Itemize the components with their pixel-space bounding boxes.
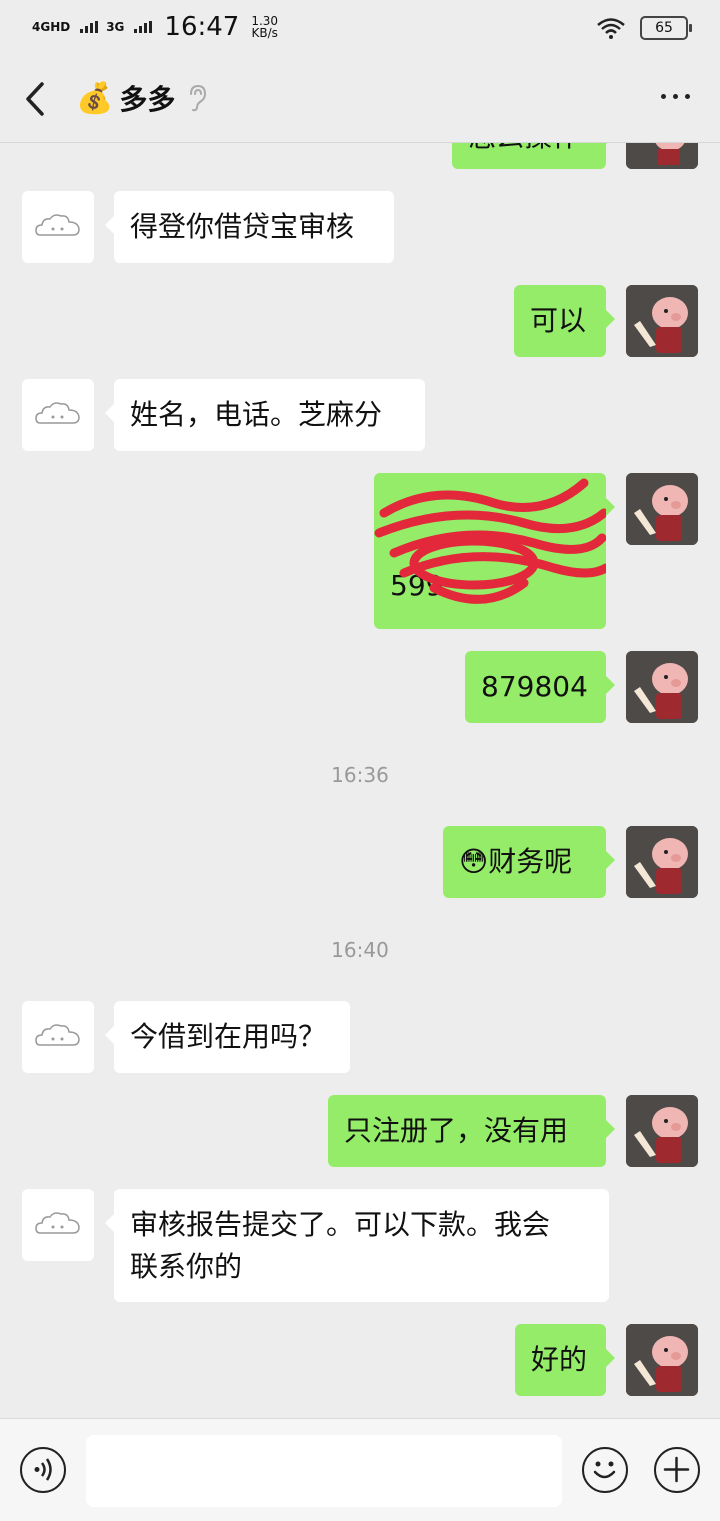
message-bubble-outgoing: 879804	[465, 651, 615, 723]
message-text-line: 联系你的	[130, 1250, 243, 1283]
message-bubble-outgoing: 怎么操作	[452, 143, 615, 169]
voice-button[interactable]	[20, 1447, 66, 1493]
chat-title: 💰 多多	[76, 78, 207, 118]
message-bubble-outgoing: 只注册了，没有用	[328, 1095, 615, 1167]
network-4g-label: 4GHD	[32, 20, 71, 34]
contact-avatar[interactable]	[22, 379, 94, 451]
contact-name: 多多	[119, 83, 176, 116]
chat-area[interactable]: 怎么操作 得登你借贷宝审核 可以 姓名，电话。芝麻分 599	[0, 143, 720, 1418]
user-avatar[interactable]	[626, 285, 698, 357]
back-arrow-icon[interactable]	[20, 80, 52, 118]
status-bar: 4GHD 3G 16:47 1.30 KB/s 65	[0, 0, 720, 56]
user-avatar[interactable]	[626, 826, 698, 898]
message-bubble-incoming: 姓名，电话。芝麻分	[105, 379, 425, 451]
signal-icon	[134, 21, 153, 33]
cloud-icon	[35, 214, 80, 236]
voice-icon	[34, 1458, 52, 1481]
money-bag-icon: 💰	[76, 80, 114, 116]
speed-unit: KB/s	[251, 26, 278, 40]
cloud-icon	[35, 402, 80, 424]
contact-avatar[interactable]	[22, 1189, 94, 1261]
network-3g-label: 3G	[106, 20, 125, 34]
network-speed: 1.30 KB/s	[251, 15, 278, 39]
user-avatar[interactable]	[626, 143, 698, 169]
message-text: 好的	[531, 1343, 588, 1376]
contact-avatar[interactable]	[22, 1001, 94, 1073]
more-options-icon[interactable]	[661, 94, 690, 99]
user-avatar[interactable]	[626, 473, 698, 545]
message-bubble-incoming: 得登你借贷宝审核	[105, 191, 394, 263]
status-time: 16:47	[164, 12, 240, 42]
message-text-line: 审核报告提交了。可以下款。我会	[130, 1208, 551, 1241]
cloud-icon	[35, 1212, 80, 1234]
signal-icon	[80, 21, 99, 33]
cloud-icon	[35, 1024, 80, 1046]
contact-avatar[interactable]	[22, 191, 94, 263]
input-bar	[0, 1418, 720, 1521]
user-avatar[interactable]	[626, 1324, 698, 1396]
message-input[interactable]	[86, 1435, 562, 1507]
message-text: 879804	[481, 670, 588, 703]
timestamp: 16:40	[331, 938, 389, 962]
add-button[interactable]	[654, 1447, 700, 1493]
user-avatar[interactable]	[626, 1095, 698, 1167]
message-bubble-incoming: 审核报告提交了。可以下款。我会 联系你的	[105, 1189, 609, 1302]
wifi-icon	[597, 18, 625, 39]
flushed-face-icon: 😳	[459, 845, 489, 878]
message-text: 财务呢	[488, 845, 573, 878]
plus-icon	[663, 1456, 690, 1483]
scribble-redaction	[374, 478, 606, 604]
message-text: 怎么操作	[468, 143, 580, 153]
message-bubble-outgoing-redacted: 599	[374, 473, 615, 629]
timestamp: 16:36	[331, 763, 389, 787]
message-bubble-incoming: 今借到在用吗？	[105, 1001, 350, 1073]
message-text: 姓名，电话。芝麻分	[130, 398, 383, 431]
smiley-icon	[593, 1461, 616, 1479]
battery-icon: 65	[640, 16, 692, 40]
message-text: 只注册了，没有用	[344, 1114, 569, 1147]
chat-header: 💰 多多	[0, 56, 720, 143]
message-text: 今借到在用吗？	[130, 1020, 327, 1053]
message-bubble-outgoing: 可以	[514, 285, 615, 357]
message-text: 可以	[530, 304, 587, 337]
message-bubble-outgoing: 好的	[515, 1324, 615, 1396]
message-text: 得登你借贷宝审核	[130, 210, 355, 243]
ear-icon	[190, 84, 207, 112]
user-avatar[interactable]	[626, 651, 698, 723]
message-bubble-outgoing: 😳财务呢	[443, 826, 615, 898]
emoji-button[interactable]	[582, 1447, 628, 1493]
